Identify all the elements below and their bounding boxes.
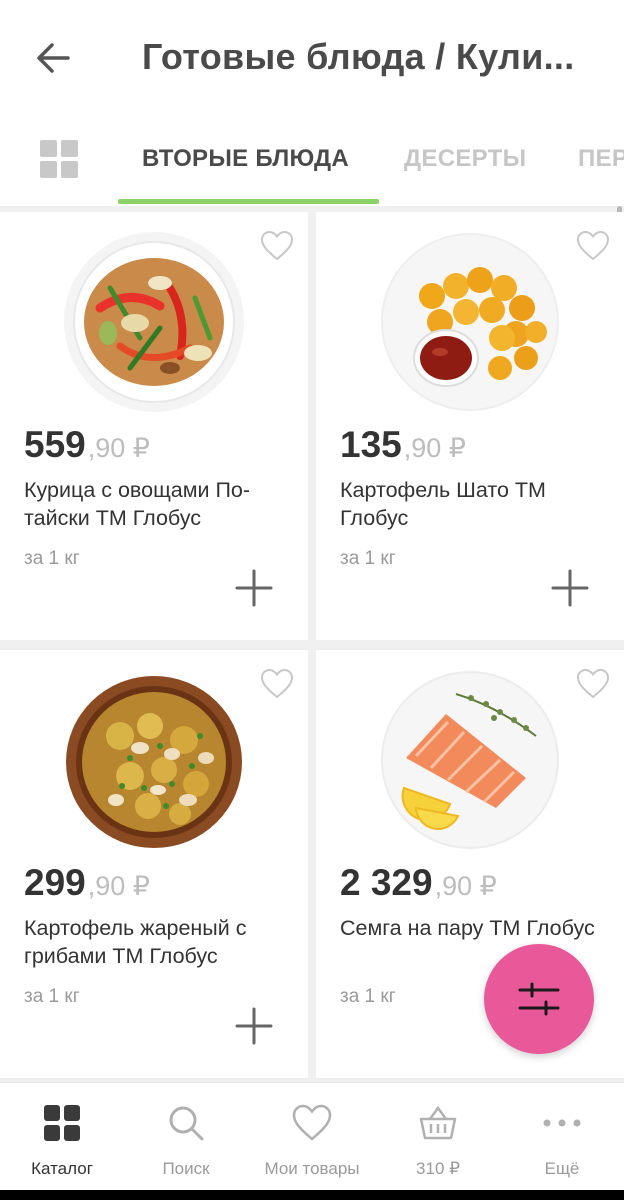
filter-button[interactable] [484,944,594,1054]
price-integer: 299 [24,862,86,903]
product-name[interactable]: Картофель жареный с грибами ТМ Глобус [24,914,296,970]
product-price: 2 329,90 ₽ [340,862,497,904]
heart-outline-icon[interactable] [576,230,610,262]
fried-potato-mushrooms-image [66,676,242,848]
nav-my-products[interactable]: Мои товары [250,1083,374,1191]
nav-search[interactable]: Поиск [124,1083,248,1191]
product-name[interactable]: Курица с овощами По-тайски ТМ Глобус [24,476,296,532]
price-cents: ,90 ₽ [87,871,150,901]
plus-icon[interactable] [234,568,274,608]
heart-outline-icon[interactable] [576,668,610,700]
steamed-salmon-image [381,671,559,849]
product-price: 299,90 ₽ [24,862,150,904]
search-icon [169,1106,204,1141]
active-tab-indicator [118,199,379,204]
product-card[interactable]: 135,90 ₽ Картофель Шато ТМ Глобус за 1 к… [316,212,624,640]
grid-cell-icon [40,161,57,178]
price-integer: 135 [340,424,402,465]
nav-label: Поиск [162,1159,210,1178]
nav-basket[interactable]: 310 ₽ [376,1083,500,1191]
plus-icon[interactable] [234,1006,274,1046]
tab-desserts[interactable]: ДЕСЕРТЫ [404,145,526,173]
product-price: 135,90 ₽ [340,424,466,466]
heart-icon [292,1104,332,1141]
nav-label: Каталог [31,1159,93,1178]
nav-label: Мои товары [264,1159,360,1178]
grid-view-toggle[interactable] [40,140,78,178]
grid-cell-icon [40,140,57,157]
potato-chateau-image [381,233,559,411]
price-integer: 2 329 [340,862,433,903]
nav-label: 310 ₽ [416,1159,460,1178]
heart-outline-icon[interactable] [260,668,294,700]
product-price: 559,90 ₽ [24,424,150,466]
nav-more[interactable]: Ещё [500,1083,624,1191]
arrow-left-icon [37,43,70,73]
chicken-vegetables-image [64,232,244,412]
catalog-grid-icon [44,1105,80,1141]
nav-label: Ещё [544,1159,580,1178]
product-unit: за 1 кг [24,548,80,569]
grid-cell-icon [61,161,78,178]
tab-next[interactable]: ПЕР [578,145,624,173]
plus-icon[interactable] [550,568,590,608]
nav-catalog[interactable]: Каталог [0,1083,124,1191]
page-title: Готовые блюда / Кули... [142,36,575,77]
product-unit: за 1 кг [340,986,396,1007]
grid-cell-icon [61,140,78,157]
heart-outline-icon[interactable] [260,230,294,262]
price-integer: 559 [24,424,86,465]
product-card[interactable]: 299,90 ₽ Картофель жареный с грибами ТМ … [0,650,308,1078]
product-unit: за 1 кг [340,548,396,569]
back-button[interactable] [30,34,78,82]
bottom-navigation: Каталог Поиск Мои товары 310 ₽ Ещё [0,1082,624,1190]
product-card[interactable]: 559,90 ₽ Курица с овощами По-тайски ТМ Г… [0,212,308,640]
category-tabs: ВТОРЫЕ БЛЮДА ДЕСЕРТЫ ПЕР [0,118,624,206]
price-cents: ,90 ₽ [403,433,466,463]
app-header: Готовые блюда / Кули... [0,0,624,118]
system-bottom-bar [0,1190,624,1200]
more-dots-icon [543,1119,581,1127]
product-unit: за 1 кг [24,986,80,1007]
filter-sliders-icon [518,982,560,1016]
price-cents: ,90 ₽ [434,871,497,901]
product-name[interactable]: Картофель Шато ТМ Глобус [340,476,612,532]
price-cents: ,90 ₽ [87,433,150,463]
product-name[interactable]: Семга на пару ТМ Глобус [340,914,612,942]
basket-icon [419,1105,457,1140]
tab-second-courses[interactable]: ВТОРЫЕ БЛЮДА [142,145,349,173]
